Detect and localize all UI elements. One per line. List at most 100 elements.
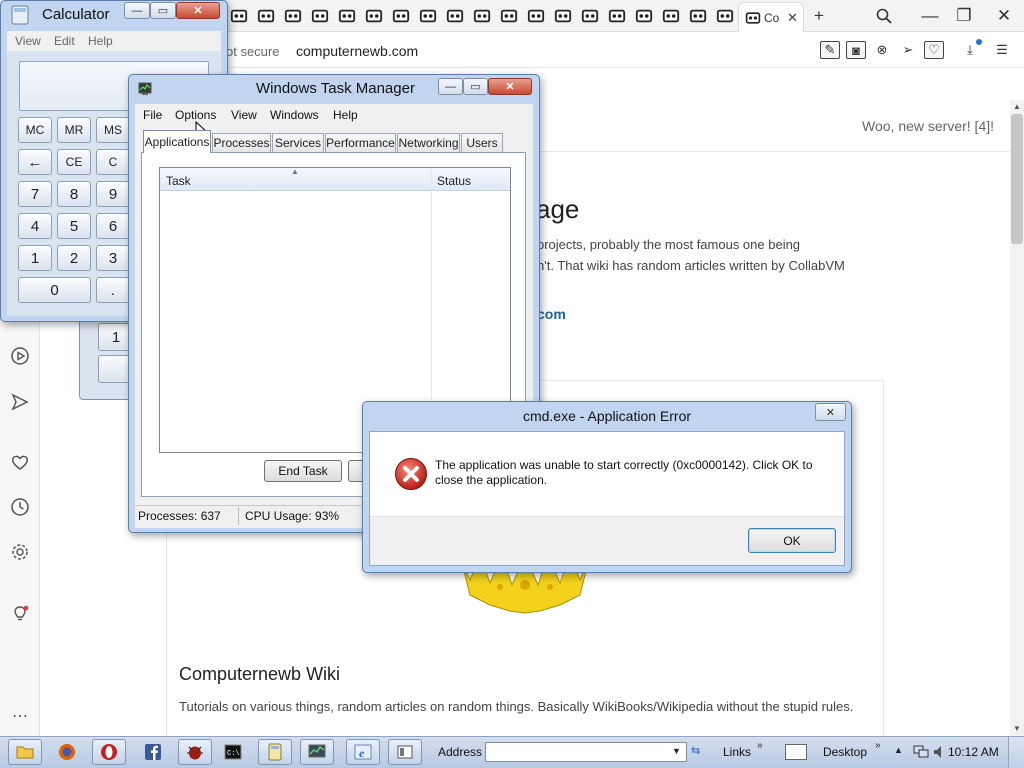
menu-icon[interactable]: ☰	[992, 41, 1012, 59]
tab-services[interactable]: Services	[272, 133, 324, 152]
key-0[interactable]: 0	[18, 277, 91, 303]
key-ce[interactable]: CE	[57, 149, 91, 175]
edit-page-icon[interactable]: ✎	[820, 41, 840, 59]
taskbar-desktop-label[interactable]: Desktop	[823, 745, 867, 759]
site-link[interactable]: com	[537, 306, 566, 322]
wiki-section-title[interactable]: Computernewb Wiki	[179, 664, 340, 685]
favorites-icon[interactable]	[8, 450, 32, 474]
address-dropdown-icon[interactable]: ▼	[672, 746, 681, 756]
calc-maximize-button[interactable]: ▭	[150, 2, 176, 19]
taskbar-address-input[interactable]	[485, 742, 687, 762]
tab-favicon-icon[interactable]	[445, 6, 465, 26]
key-2[interactable]: 2	[57, 245, 91, 271]
tab-favicon-icon[interactable]	[580, 6, 600, 26]
tab-favicon-icon[interactable]	[499, 6, 519, 26]
tab-favicon-icon[interactable]	[229, 6, 249, 26]
key-backspace[interactable]: ←	[18, 149, 52, 175]
tab-performance[interactable]: Performance	[325, 133, 396, 152]
network-icon[interactable]	[912, 744, 930, 760]
links-chevron-icon[interactable]: »	[757, 740, 763, 751]
key-6[interactable]: 6	[96, 213, 130, 239]
key-mr[interactable]: MR	[57, 117, 91, 143]
tab-favicon-icon[interactable]	[715, 6, 735, 26]
tm-maximize-button[interactable]: ▭	[463, 78, 488, 95]
tab-favicon-icon[interactable]	[364, 6, 384, 26]
tab-favicon-icon[interactable]	[634, 6, 654, 26]
taskbar-clock[interactable]: 10:12 AM	[948, 745, 999, 759]
calc-close-button[interactable]: ✕	[176, 2, 220, 19]
keyboard-icon[interactable]	[785, 744, 807, 760]
restore-button[interactable]: ❐	[951, 4, 977, 28]
calc-menu-edit[interactable]: Edit	[54, 34, 75, 48]
new-tab-button[interactable]: +	[806, 4, 832, 28]
show-desktop-button[interactable]	[1008, 737, 1024, 768]
tm-menu-file[interactable]: File	[143, 108, 162, 122]
settings-icon[interactable]	[8, 540, 32, 564]
tab-favicon-icon[interactable]	[661, 6, 681, 26]
command-prompt-icon[interactable]: C:\	[216, 739, 250, 765]
search-tabs-icon[interactable]	[871, 4, 897, 28]
play-icon[interactable]	[8, 344, 32, 368]
heart-icon[interactable]: ♡	[924, 41, 944, 59]
tab-favicon-icon[interactable]	[337, 6, 357, 26]
tab-favicon-icon[interactable]	[553, 6, 573, 26]
scroll-thumb[interactable]	[1011, 114, 1023, 244]
header-notice[interactable]: Woo, new server! [4]!	[862, 118, 994, 134]
key-5[interactable]: 5	[57, 213, 91, 239]
key-3[interactable]: 3	[96, 245, 130, 271]
tab-favicon-icon[interactable]	[526, 6, 546, 26]
firefox-icon[interactable]	[50, 739, 84, 765]
address-go-icon[interactable]: ⇆	[691, 744, 709, 760]
key-mc[interactable]: MC	[18, 117, 52, 143]
key-decimal[interactable]: .	[96, 277, 130, 303]
tab-favicon-icon[interactable]	[607, 6, 627, 26]
more-icon[interactable]: ⋯	[8, 704, 32, 728]
url-field[interactable]: computernewb.com	[296, 43, 418, 59]
key-ms[interactable]: MS	[96, 117, 130, 143]
column-header-task[interactable]: Task	[166, 174, 191, 188]
tips-icon[interactable]	[8, 602, 32, 626]
block-icon[interactable]: ⊗	[872, 41, 892, 59]
scroll-down-arrow[interactable]: ▼	[1010, 722, 1024, 736]
tab-close-icon[interactable]: ✕	[787, 10, 798, 26]
tm-menu-windows[interactable]: Windows	[270, 108, 319, 122]
tray-expand-icon[interactable]: ▲	[894, 745, 903, 755]
security-label[interactable]: ot secure	[226, 44, 279, 59]
send-sidebar-icon[interactable]	[8, 390, 32, 414]
tab-favicon-icon[interactable]	[472, 6, 492, 26]
facebook-icon[interactable]	[136, 739, 170, 765]
tm-menu-view[interactable]: View	[231, 108, 257, 122]
minimize-button[interactable]: —	[917, 4, 943, 28]
tm-menu-options[interactable]: Options	[175, 108, 216, 122]
bug-app-icon[interactable]	[178, 739, 212, 765]
history-icon[interactable]	[8, 495, 32, 519]
opera-icon[interactable]	[92, 739, 126, 765]
tab-favicon-icon[interactable]	[256, 6, 276, 26]
tab-favicon-icon[interactable]	[310, 6, 330, 26]
tm-minimize-button[interactable]: —	[438, 78, 463, 95]
window-taskbar-icon[interactable]	[388, 739, 422, 765]
tab-networking[interactable]: Networking	[397, 133, 460, 152]
browser-close-button[interactable]: ✕	[991, 4, 1017, 28]
key-7[interactable]: 7	[18, 181, 52, 207]
tab-users[interactable]: Users	[461, 133, 503, 152]
send-icon[interactable]: ➢	[898, 41, 918, 59]
scroll-up-arrow[interactable]: ▲	[1010, 100, 1024, 114]
volume-icon[interactable]	[932, 744, 946, 760]
calc-minimize-button[interactable]: —	[124, 2, 150, 19]
calc-menu-view[interactable]: View	[15, 34, 41, 48]
taskbar-links-label[interactable]: Links	[723, 745, 751, 759]
ok-button[interactable]: OK	[748, 528, 836, 553]
key-9[interactable]: 9	[96, 181, 130, 207]
internet-explorer-icon[interactable]: e	[346, 739, 380, 765]
calc-menu-help[interactable]: Help	[88, 34, 113, 48]
key-4[interactable]: 4	[18, 213, 52, 239]
key-8[interactable]: 8	[57, 181, 91, 207]
tab-favicon-icon[interactable]	[688, 6, 708, 26]
error-dialog-close-button[interactable]: ✕	[815, 403, 846, 421]
tab-favicon-icon[interactable]	[418, 6, 438, 26]
calculator-taskbar-icon[interactable]	[258, 739, 292, 765]
tm-menu-help[interactable]: Help	[333, 108, 358, 122]
tab-favicon-icon[interactable]	[283, 6, 303, 26]
tm-close-button[interactable]: ✕	[488, 78, 532, 95]
